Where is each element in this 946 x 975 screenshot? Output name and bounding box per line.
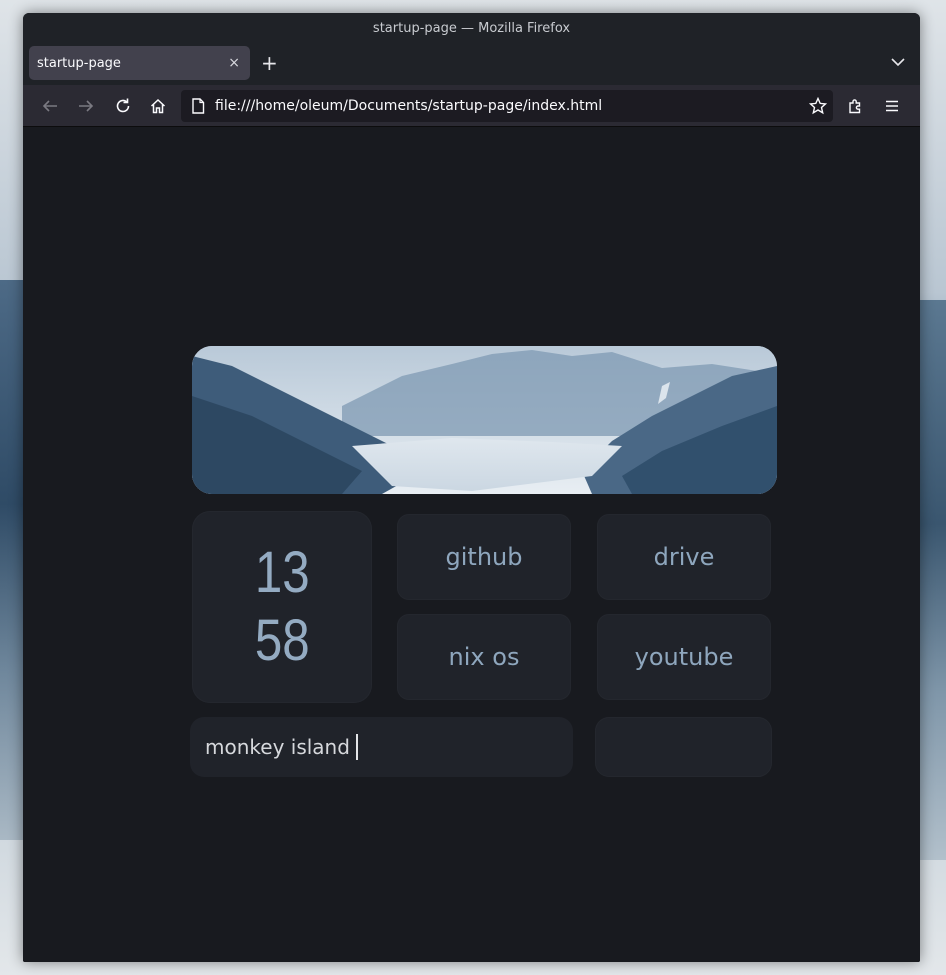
back-arrow-icon[interactable] (41, 97, 59, 115)
forward-arrow-icon[interactable] (77, 97, 95, 115)
landscape-banner-image (192, 346, 777, 494)
tab-close-icon[interactable]: × (228, 55, 240, 71)
text-caret (355, 734, 358, 760)
menu-hamburger-icon[interactable] (883, 97, 901, 115)
link-youtube[interactable]: youtube (597, 614, 771, 700)
link-nix-os[interactable]: nix os (397, 614, 571, 700)
clock-widget: 13 58 (192, 511, 372, 703)
window-title: startup-page — Mozilla Firefox (372, 20, 571, 36)
url-bar[interactable]: file:///home/oleum/Documents/startup-pag… (181, 90, 833, 122)
bookmark-star-icon[interactable] (809, 97, 827, 115)
new-tab-button[interactable]: + (261, 53, 278, 73)
browser-window: startup-page — Mozilla Firefox startup-p… (23, 13, 920, 962)
empty-tile (595, 717, 772, 777)
desktop-wallpaper-right (916, 300, 946, 860)
tab-title: startup-page (37, 55, 121, 71)
clock-hours: 13 (254, 540, 310, 605)
page-file-icon (192, 98, 205, 114)
navigation-toolbar: file:///home/oleum/Documents/startup-pag… (23, 85, 920, 127)
tab-startup-page[interactable]: startup-page × (29, 46, 250, 80)
link-github[interactable]: github (397, 514, 571, 600)
tab-strip: startup-page × + (23, 43, 920, 85)
clock-minutes: 58 (254, 608, 310, 673)
reload-icon[interactable] (114, 97, 132, 115)
home-icon[interactable] (149, 97, 167, 115)
extensions-puzzle-icon[interactable] (847, 97, 865, 115)
chevron-down-icon[interactable] (890, 55, 906, 69)
search-input-value: monkey island (205, 735, 350, 759)
page-content: 13 58 github drive nix os youtube monkey… (23, 127, 920, 962)
search-input[interactable]: monkey island (190, 717, 573, 777)
link-drive[interactable]: drive (597, 514, 771, 600)
url-text[interactable]: file:///home/oleum/Documents/startup-pag… (215, 98, 602, 114)
window-titlebar[interactable]: startup-page — Mozilla Firefox (23, 13, 920, 43)
